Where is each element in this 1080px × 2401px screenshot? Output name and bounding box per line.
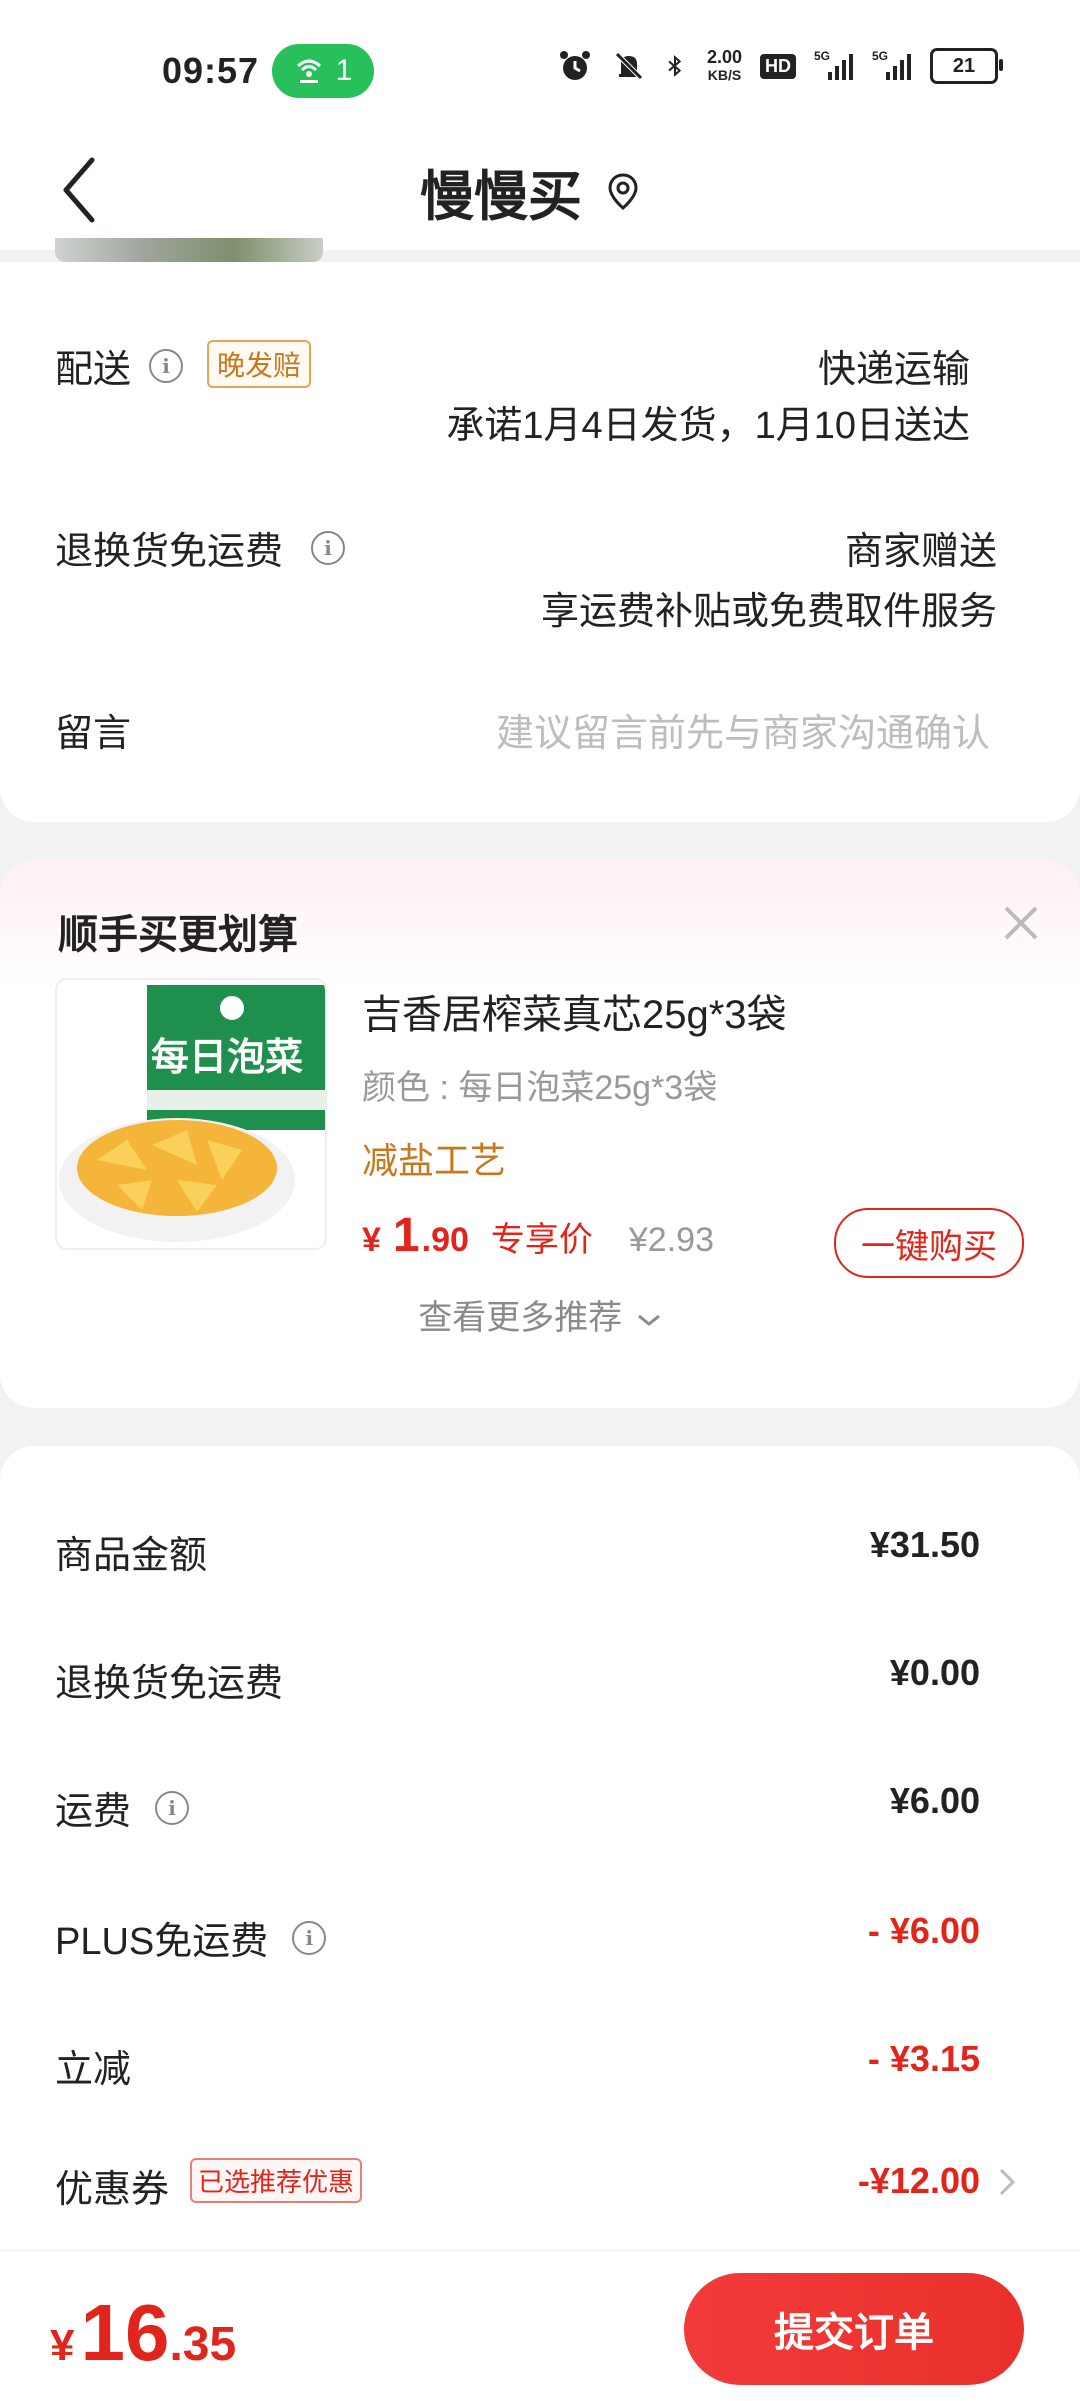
coupon-value: -¥12.00	[857, 2160, 980, 2201]
delivery-label: 配送	[55, 349, 132, 391]
plus-free-shipping-wrap: PLUS免运费 i	[55, 1910, 327, 1965]
see-more-label: 查看更多推荐	[418, 1299, 623, 1337]
message-label: 留言	[55, 713, 132, 755]
price-symbol: ¥	[362, 1221, 381, 1259]
info-icon[interactable]: i	[292, 1920, 327, 1955]
coupon-row[interactable]: 优惠券 已选推荐优惠 -¥12.00	[0, 2158, 1080, 2214]
submit-order-button[interactable]: 提交订单	[684, 2273, 1024, 2385]
product-name[interactable]: 吉香居榨菜真芯25g*3袋	[362, 982, 787, 1040]
top-bar: 09:57 1 2.00 KB/S HD 5G 5G 21 慢慢买	[0, 0, 1080, 262]
mute-icon	[615, 52, 643, 80]
summary-row: 运费 i ¥6.00	[0, 1780, 1080, 1833]
original-price: ¥2.93	[628, 1221, 714, 1259]
shipping-value: ¥6.00	[889, 1780, 980, 1821]
info-icon[interactable]: i	[149, 348, 184, 383]
goods-amount-label: 商品金额	[55, 1535, 208, 1577]
recommend-card: 顺手买更划算 每日泡菜 吉香居榨菜真芯25g*3袋 颜色 : 每日泡菜25g*3…	[0, 860, 1080, 1408]
pickle-image: 每日泡菜	[57, 980, 325, 1248]
net-speed-value: 2.00	[706, 47, 742, 67]
delivery-card: 配送 i 晚发赔 快递运输 承诺1月4日发货，1月10日送达 退换货免运费 i …	[0, 262, 1080, 822]
summary-row: 立减 - ¥3.15	[0, 2038, 1080, 2091]
product-image[interactable]: 每日泡菜	[55, 978, 327, 1250]
back-arrow-icon[interactable]	[52, 150, 112, 230]
battery-level: 21	[952, 54, 976, 77]
hd-badge: HD	[760, 53, 796, 79]
close-icon[interactable]	[998, 900, 1044, 946]
delivery-promise: 承诺1月4日发货，1月10日送达	[446, 405, 970, 447]
nav-bar: 慢慢买	[0, 130, 1080, 250]
exclusive-price-tag: 专享价	[490, 1221, 593, 1259]
recommend-heading: 顺手买更划算	[58, 913, 298, 957]
battery-indicator: 21	[930, 48, 1003, 84]
price-decimal: .90	[421, 1221, 469, 1259]
plus-free-shipping-value: - ¥6.00	[867, 1910, 980, 1951]
hotspot-icon	[296, 59, 321, 83]
status-icons: 2.00 KB/S HD 5G 5G 21	[557, 48, 1003, 84]
hotspot-indicator[interactable]: 1	[272, 44, 374, 98]
chevron-right-icon	[999, 2168, 1016, 2196]
summary-row: 商品金额 ¥31.50	[0, 1524, 1080, 1577]
price-row: ¥ 1 .90 专享价 ¥2.93	[362, 1208, 714, 1263]
net-speed-unit: KB/S	[707, 67, 742, 83]
shipping-label: 运费	[55, 1791, 132, 1833]
bluetooth-icon	[668, 55, 682, 77]
status-time: 09:57	[162, 50, 260, 91]
return-freight-value: ¥0.00	[889, 1652, 980, 1693]
info-icon[interactable]: i	[311, 530, 346, 565]
message-input[interactable]: 建议留言前先与商家沟通确认	[496, 702, 990, 757]
instant-discount-value: - ¥3.15	[867, 2038, 980, 2079]
checkout-bar: ¥ 16 .35 提交订单	[0, 2250, 1080, 2401]
plus-free-shipping-label: PLUS免运费	[55, 1921, 269, 1963]
coupon-label: 优惠券	[55, 2169, 170, 2211]
info-icon[interactable]: i	[155, 1790, 190, 1825]
see-more-recommend[interactable]: 查看更多推荐	[0, 1290, 1080, 1339]
delivery-row[interactable]: 配送 i	[55, 338, 184, 393]
total-price: ¥ 16 .35	[50, 2287, 236, 2379]
goods-amount-value: ¥31.50	[869, 1524, 980, 1565]
amount-summary-card: 商品金额 ¥31.50 退换货免运费 ¥0.00 运费 i ¥6.00 PLUS…	[0, 1446, 1080, 2256]
return-shipping-value: 商家赠送	[844, 531, 997, 573]
summary-row: 退换货免运费 ¥0.00	[0, 1652, 1080, 1705]
instant-discount-label: 立减	[55, 2049, 132, 2091]
product-attribute: 颜色 : 每日泡菜25g*3袋	[362, 1069, 718, 1107]
alarm-icon	[559, 51, 590, 80]
return-shipping-row[interactable]: 退换货免运费 i	[55, 520, 346, 575]
product-thumbnail-partial	[55, 238, 323, 262]
coupon-recommended-tag: 已选推荐优惠	[190, 2158, 363, 2203]
chevron-down-icon	[637, 1314, 660, 1326]
total-symbol: ¥	[50, 2321, 75, 2370]
product-feature: 减盐工艺	[362, 1140, 507, 1181]
one-click-buy-button[interactable]: 一键购买	[834, 1208, 1024, 1278]
signal-5g-icon-2: 5G	[872, 49, 911, 80]
total-decimal: .35	[169, 2318, 237, 2371]
return-shipping-label: 退换货免运费	[55, 531, 284, 573]
delivery-method: 快递运输	[817, 349, 970, 391]
svg-text:5G: 5G	[814, 49, 830, 63]
return-freight-label: 退换货免运费	[55, 1663, 284, 1705]
total-integer: 16	[80, 2288, 170, 2377]
late-compensation-tag: 晚发赔	[207, 340, 312, 388]
location-pin-icon[interactable]	[606, 172, 640, 212]
price-integer: 1	[392, 1209, 420, 1262]
net-speed: 2.00 KB/S	[707, 48, 742, 84]
title-wrap: 慢慢买	[420, 152, 640, 231]
svg-text:5G: 5G	[872, 49, 888, 63]
status-bar: 09:57 1 2.00 KB/S HD 5G 5G 21	[0, 0, 1080, 130]
page-title: 慢慢买	[420, 167, 582, 227]
return-shipping-desc: 享运费补贴或免费取件服务	[540, 591, 997, 633]
summary-row: PLUS免运费 i - ¥6.00	[0, 1910, 1080, 1963]
package-text: 每日泡菜	[151, 1035, 303, 1079]
hotspot-count: 1	[335, 54, 353, 87]
signal-5g-icon: 5G	[814, 49, 853, 80]
shipping-label-wrap: 运费 i	[55, 1780, 190, 1835]
